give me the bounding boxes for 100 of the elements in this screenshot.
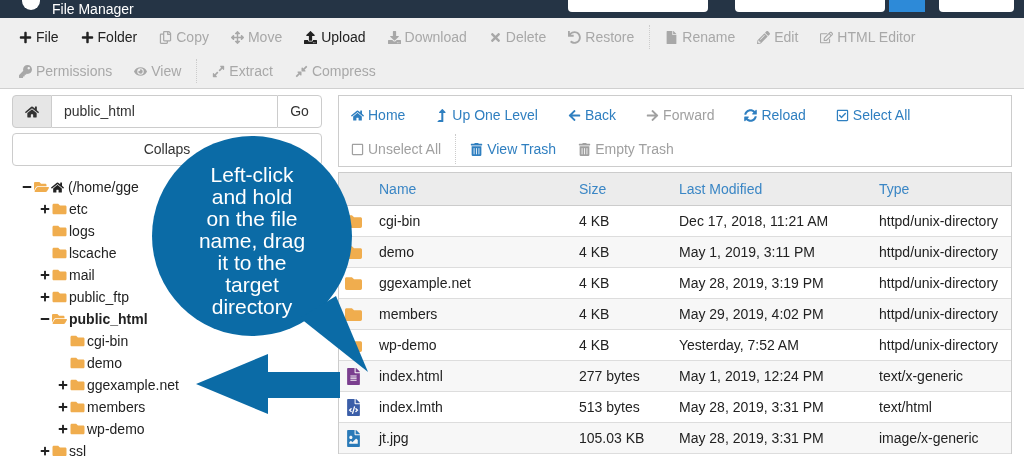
expand-icon[interactable]	[58, 424, 68, 434]
table-cell-text: 4 KB	[579, 242, 611, 262]
nav-button[interactable]: View Trash	[462, 138, 565, 160]
expand-icon[interactable]	[40, 446, 50, 456]
table-cell-text: text/html	[879, 397, 933, 417]
table-cell-text: 277 bytes	[579, 366, 641, 386]
search-field[interactable]	[735, 0, 885, 12]
table-cell-text: 4 KB	[579, 273, 611, 293]
folder-icon	[70, 422, 85, 436]
tree-item[interactable]: members	[87, 396, 146, 418]
reload-icon	[744, 108, 758, 122]
nav-button[interactable]: Up One Level	[427, 104, 546, 126]
key-icon	[19, 64, 32, 78]
toolbar-button[interactable]: Folder	[69, 26, 149, 48]
window-title: File Manager	[52, 0, 134, 18]
tree-item[interactable]: (/home/gge	[68, 176, 139, 198]
go-button[interactable]: Go	[277, 95, 322, 128]
folder-icon	[70, 334, 85, 348]
table-cell-text: httpd/unix-directory	[879, 273, 1000, 293]
download-icon	[387, 30, 401, 44]
upload-icon	[304, 30, 318, 44]
edit-icon	[820, 30, 834, 44]
folder-icon	[70, 356, 85, 370]
home-button[interactable]	[12, 95, 52, 128]
tree-item[interactable]: cgi-bin	[87, 330, 129, 352]
toolbar-button[interactable]: Upload	[293, 26, 377, 48]
nav-button[interactable]: Select All	[827, 104, 919, 126]
tree-item[interactable]: wp-demo	[87, 418, 145, 440]
table-cell-text: 4 KB	[579, 335, 611, 355]
folder-icon	[52, 312, 67, 326]
file-name[interactable]: cgi-bin	[379, 210, 579, 232]
table-cell-text: httpd/unix-directory	[879, 335, 1000, 355]
table-cell-text: May 28, 2019, 3:31 PM	[679, 397, 825, 417]
tree-item[interactable]: lscache	[69, 242, 117, 264]
undo-icon	[568, 30, 582, 44]
table-cell-text: May 1, 2019, 12:24 PM	[679, 366, 825, 386]
nav-button[interactable]: Reload	[736, 104, 814, 126]
home-icon	[51, 180, 64, 194]
tree-item[interactable]: ssl	[69, 440, 87, 456]
file-name[interactable]: index.lmth	[379, 396, 579, 418]
expand-icon	[212, 64, 226, 78]
home-icon	[351, 108, 364, 122]
tree-item[interactable]: demo	[87, 352, 123, 374]
folder-icon	[70, 378, 85, 392]
folder-icon	[52, 224, 67, 238]
trash-icon	[470, 142, 484, 156]
folder-icon	[52, 202, 67, 216]
tree-item[interactable]: public_html	[69, 308, 148, 330]
table-cell-text: May 29, 2019, 4:02 PM	[679, 304, 825, 324]
path-field[interactable]: public_html	[52, 95, 277, 128]
table-cell-text: image/x-generic	[879, 428, 980, 448]
expand-icon[interactable]	[40, 292, 50, 302]
pencil-icon	[757, 30, 771, 44]
expand-icon[interactable]	[40, 204, 50, 214]
file-name[interactable]: members	[379, 303, 579, 325]
table-cell-text: 4 KB	[579, 211, 611, 231]
left-arrow-icon	[567, 108, 581, 122]
file-name[interactable]: ggexample.net	[379, 272, 579, 294]
table-cell-text: text/x-generic	[879, 366, 965, 386]
table-cell-text: httpd/unix-directory	[879, 242, 1000, 262]
file-icon	[665, 30, 679, 44]
expand-icon[interactable]	[40, 270, 50, 280]
folder-icon	[52, 290, 67, 304]
checkbox-icon	[351, 142, 364, 156]
table-cell-text: Yesterday, 7:52 AM	[679, 335, 800, 355]
callout-text: Left-click and hold on the file name, drag it to the target directory	[198, 164, 306, 318]
table-cell-text: May 1, 2019, 3:11 PM	[679, 242, 816, 262]
checkbox-icon	[835, 108, 849, 122]
copy-icon	[159, 30, 173, 44]
app-logo-icon	[22, 0, 40, 10]
tree-item[interactable]: public_ftp	[69, 286, 129, 308]
file-name[interactable]: demo	[379, 241, 579, 263]
search-field[interactable]	[568, 0, 708, 12]
table-cell-text: Dec 17, 2018, 11:21 AM	[679, 211, 830, 231]
expand-icon[interactable]	[58, 402, 68, 412]
tree-item[interactable]: logs	[69, 220, 95, 242]
nav-button[interactable]: Back	[559, 104, 625, 126]
table-cell-text: httpd/unix-directory	[879, 211, 1000, 231]
file-name[interactable]: index.html	[379, 365, 579, 387]
folder-icon	[52, 246, 67, 260]
table-cell-text: httpd/unix-directory	[879, 304, 1000, 324]
expand-icon[interactable]	[58, 380, 68, 390]
move-icon	[230, 30, 244, 44]
folder-icon	[52, 444, 67, 456]
table-cell-text: 4 KB	[579, 304, 611, 324]
folder-icon	[70, 400, 85, 414]
tree-item[interactable]: mail	[69, 264, 95, 286]
search-field[interactable]	[939, 0, 1014, 12]
tree-item[interactable]: etc	[69, 198, 88, 220]
file-name[interactable]: jt.jpg	[379, 427, 579, 449]
toolbar-button[interactable]: File	[8, 26, 70, 48]
tree-item[interactable]: ggexample.net	[87, 374, 179, 396]
compress-icon	[294, 64, 308, 78]
table-cell-text: 105.03 KB	[579, 428, 646, 448]
nav-button[interactable]: Home	[343, 104, 414, 126]
table-cell-text: May 28, 2019, 3:31 PM	[679, 428, 825, 448]
plus-icon	[80, 30, 94, 44]
file-name[interactable]: wp-demo	[379, 334, 579, 356]
folder-icon	[52, 268, 67, 282]
folder-icon	[34, 180, 49, 194]
